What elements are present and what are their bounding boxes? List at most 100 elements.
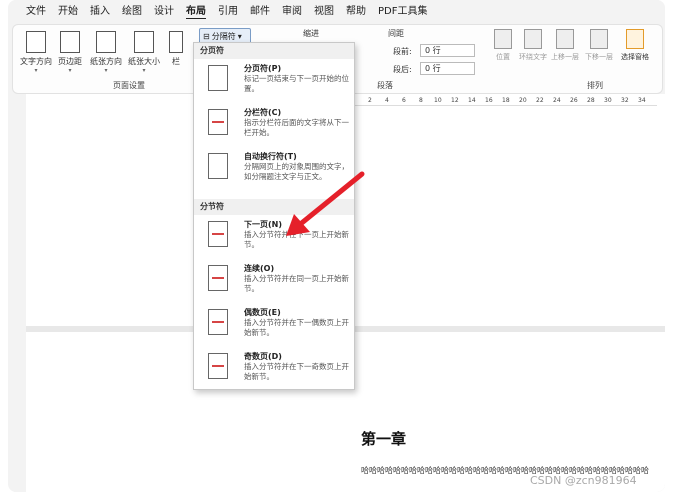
spacing-after-input[interactable]: 0 行 (420, 62, 475, 75)
menu-review[interactable]: 审阅 (276, 0, 308, 24)
ruler-tick: 26 (570, 97, 578, 104)
menu-item-even-page[interactable]: 偶数页(E) 插入分节符并在下一偶数页上开始新节。 (194, 303, 354, 347)
breaks-dropdown-menu: 分页符 分页符(P) 标记一页结束与下一页开始的位置。 分栏符(C) 指示分栏符… (193, 42, 355, 390)
ruler-tick: 18 (502, 97, 510, 104)
paragraph-group-label: 段落 (377, 81, 393, 90)
paper-size-label: 纸张大小 (128, 57, 160, 66)
selection-pane-icon (626, 29, 644, 49)
text-direction-icon (26, 31, 46, 53)
bring-forward-label: 上移一层 (551, 53, 579, 61)
ruler-tick: 22 (536, 97, 544, 104)
margins-button[interactable]: 页边距 ▾ (53, 29, 87, 75)
send-backward-label: 下移一层 (585, 53, 613, 61)
margins-icon (60, 31, 80, 53)
menu-design[interactable]: 设计 (148, 0, 180, 24)
menu-bar: 文件 开始 插入 绘图 设计 布局 引用 邮件 审阅 视图 帮助 PDF工具集 (8, 0, 665, 24)
menu-file[interactable]: 文件 (20, 0, 52, 24)
ruler-tick: 4 (385, 97, 389, 104)
bring-forward-button[interactable]: 上移一层 (551, 29, 579, 62)
orientation-icon (96, 31, 116, 53)
wrap-text-label: 环绕文字 (519, 53, 547, 61)
ruler-tick: 20 (519, 97, 527, 104)
position-button[interactable]: 位置 (489, 29, 517, 62)
section-breaks-header: 分节符 (194, 199, 354, 215)
position-icon (494, 29, 512, 49)
continuous-break-icon (208, 265, 228, 291)
menu-insert[interactable]: 插入 (84, 0, 116, 24)
send-backward-button[interactable]: 下移一层 (585, 29, 613, 62)
menu-pdf-tools[interactable]: PDF工具集 (372, 0, 433, 24)
next-page-break-icon (208, 221, 228, 247)
paper-size-button[interactable]: 纸张大小 ▾ (127, 29, 161, 75)
wrap-text-icon (524, 29, 542, 49)
menu-item-column-break[interactable]: 分栏符(C) 指示分栏符后面的文字将从下一栏开始。 (194, 103, 354, 147)
text-direction-button[interactable]: 文字方向 ▾ (19, 29, 53, 75)
menu-item-title: 下一页(N) (244, 220, 283, 229)
menu-view[interactable]: 视图 (308, 0, 340, 24)
menu-item-desc: 分隔网页上的对象周围的文字，如分隔题注文字与正文。 (244, 162, 349, 181)
spacing-before-label: 段前: (393, 47, 412, 56)
chevron-down-icon: ▾ (68, 67, 72, 74)
chevron-down-icon: ▾ (104, 67, 108, 74)
ruler-tick: 6 (402, 97, 406, 104)
vertical-ruler (12, 98, 26, 492)
page-break-icon (208, 65, 228, 91)
selection-pane-button[interactable]: 选择窗格 (621, 29, 649, 62)
chevron-down-icon: ▾ (237, 31, 242, 41)
csdn-watermark: CSDN @zcn981964 (530, 474, 637, 487)
ruler-tick: 10 (434, 97, 442, 104)
wrap-text-button[interactable]: 环绕文字 (519, 29, 547, 62)
ruler-tick: 34 (638, 97, 646, 104)
columns-icon (169, 31, 183, 53)
page-breaks-header: 分页符 (194, 43, 354, 59)
menu-item-continuous[interactable]: 连续(O) 插入分节符并在同一页上开始新节。 (194, 259, 354, 303)
ruler-tick: 14 (468, 97, 476, 104)
chapter-heading[interactable]: 第一章 (361, 428, 406, 449)
menu-item-title: 偶数页(E) (244, 308, 281, 317)
send-backward-icon (590, 29, 608, 49)
odd-page-break-icon (208, 353, 228, 379)
text-direction-label: 文字方向 (20, 57, 52, 66)
menu-layout[interactable]: 布局 (180, 0, 212, 24)
horizontal-ruler: 2 4 6 8 10 12 14 16 18 20 22 24 26 28 30… (340, 96, 657, 106)
menu-references[interactable]: 引用 (212, 0, 244, 24)
orientation-button[interactable]: 纸张方向 ▾ (89, 29, 123, 75)
column-break-icon (208, 109, 228, 135)
menu-item-desc: 标记一页结束与下一页开始的位置。 (244, 74, 349, 93)
menu-item-title: 分页符(P) (244, 64, 282, 73)
menu-item-title: 奇数页(D) (244, 352, 282, 361)
ruler-tick: 8 (419, 97, 423, 104)
position-label: 位置 (496, 53, 510, 61)
orientation-label: 纸张方向 (90, 57, 122, 66)
indent-label: 缩进 (303, 29, 319, 38)
ruler-tick: 30 (604, 97, 612, 104)
breaks-icon: ⊟ (203, 31, 210, 41)
spacing-before-input[interactable]: 0 行 (420, 44, 475, 57)
menu-item-desc: 插入分节符并在下一偶数页上开始新节。 (244, 318, 349, 337)
bring-forward-icon (556, 29, 574, 49)
menu-help[interactable]: 帮助 (340, 0, 372, 24)
ruler-tick: 28 (587, 97, 595, 104)
text-wrapping-break-icon (208, 153, 228, 179)
margins-label: 页边距 (58, 57, 82, 66)
menu-item-desc: 指示分栏符后面的文字将从下一栏开始。 (244, 118, 349, 137)
menu-item-desc: 插入分节符并在下一奇数页上开始新节。 (244, 362, 349, 381)
menu-item-desc: 插入分节符并在同一页上开始新节。 (244, 274, 349, 293)
columns-button[interactable]: 栏 (165, 29, 187, 75)
menu-mailings[interactable]: 邮件 (244, 0, 276, 24)
menu-item-next-page[interactable]: 下一页(N) 插入分节符并在下一页上开始新节。 (194, 215, 354, 259)
menu-home[interactable]: 开始 (52, 0, 84, 24)
columns-label: 栏 (172, 57, 180, 66)
page-setup-group-label: 页面设置 (113, 81, 145, 90)
ruler-tick: 32 (621, 97, 629, 104)
menu-item-desc: 插入分节符并在下一页上开始新节。 (244, 230, 349, 249)
ruler-tick: 12 (451, 97, 459, 104)
menu-item-odd-page[interactable]: 奇数页(D) 插入分节符并在下一奇数页上开始新节。 (194, 347, 354, 391)
even-page-break-icon (208, 309, 228, 335)
ruler-tick: 2 (368, 97, 372, 104)
menu-item-text-wrapping-break[interactable]: 自动换行符(T) 分隔网页上的对象周围的文字，如分隔题注文字与正文。 (194, 147, 354, 199)
spacing-after-label: 段后: (393, 65, 412, 74)
menu-draw[interactable]: 绘图 (116, 0, 148, 24)
menu-item-page-break[interactable]: 分页符(P) 标记一页结束与下一页开始的位置。 (194, 59, 354, 103)
menu-item-title: 连续(O) (244, 264, 275, 273)
